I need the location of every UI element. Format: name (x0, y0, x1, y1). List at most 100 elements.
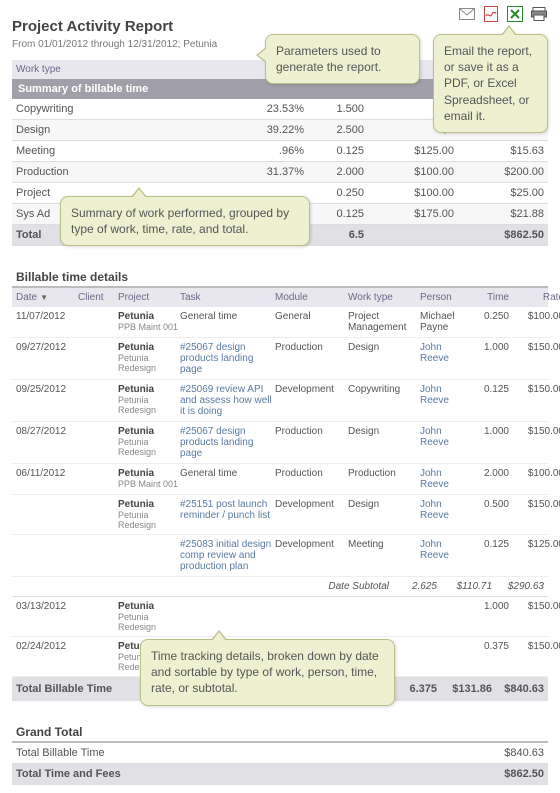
grand-total-row: Total Billable Time $840.63 (12, 743, 548, 764)
pdf-icon[interactable] (482, 6, 500, 22)
person-cell[interactable]: John Reeve (420, 384, 469, 406)
person-cell[interactable]: John Reeve (420, 468, 469, 490)
task-cell: General time (180, 468, 275, 479)
rate-cell: $125.00 (364, 145, 454, 157)
export-toolbar (458, 6, 548, 22)
work-type-cell: Design (348, 426, 420, 437)
summary-row: Meeting .96%0.125$125.00$15.63 (12, 141, 548, 162)
person-cell[interactable]: John Reeve (420, 426, 469, 448)
module-cell: General (275, 311, 348, 322)
date-cell: 09/25/2012 (16, 384, 78, 395)
module-cell: Development (275, 539, 348, 550)
total-cell: $15.63 (454, 145, 544, 157)
module-cell: Production (275, 468, 348, 479)
time-cell: 1.000 (469, 601, 509, 612)
detail-row: 06/11/2012 PetuniaPPB Maint 001General ti… (12, 464, 548, 495)
time-cell: 2.000 (469, 468, 509, 479)
pct-cell: .96% (204, 145, 304, 157)
task-cell[interactable]: #25069 review API and assess how well it… (180, 384, 275, 417)
module-cell: Production (275, 426, 348, 437)
col-work-type[interactable]: Work type (16, 64, 171, 75)
date-cell: 09/27/2012 (16, 342, 78, 353)
col-rate[interactable]: Rate (509, 292, 560, 303)
task-cell: General time (180, 311, 275, 322)
time-cell: 2.500 (304, 124, 364, 136)
date-subtotal: Date Subtotal 2.625 $110.71 $290.63 (12, 577, 548, 597)
grand-total-row: Total Time and Fees$862.50 (12, 764, 548, 785)
rate-cell: $150.00 (509, 641, 560, 652)
col-person[interactable]: Person (420, 292, 469, 303)
work-type-cell: Meeting (348, 539, 420, 550)
details-title: Billable time details (12, 264, 548, 288)
total-cell: $200.00 (454, 166, 544, 178)
callout-export: Email the report, or save it as a PDF, o… (433, 34, 548, 133)
pct-cell: 39.22% (204, 124, 304, 136)
rate-cell: $150.00 (509, 384, 560, 395)
grand-total-title: Grand Total (12, 719, 548, 743)
module-cell: Production (275, 342, 348, 353)
project-cell: PetuniaPetunia Redesign (118, 384, 180, 415)
callout-details: Time tracking details, broken down by da… (140, 639, 395, 706)
pct-cell: 31.37% (204, 166, 304, 178)
time-cell: 2.000 (304, 166, 364, 178)
module-cell: Development (275, 384, 348, 395)
time-cell: 1.000 (469, 426, 509, 437)
total-cell: $25.00 (454, 187, 544, 199)
person-cell[interactable]: John Reeve (420, 342, 469, 364)
person-cell[interactable]: John Reeve (420, 499, 469, 521)
work-type-cell: Production (16, 166, 171, 178)
col-module[interactable]: Module (275, 292, 348, 303)
rate-cell: $150.00 (509, 499, 560, 510)
task-cell[interactable]: #25151 post launch reminder / punch list (180, 499, 275, 521)
project-cell: PetuniaPetunia Redesign (118, 499, 180, 530)
rate-cell: $100.00 (509, 311, 560, 322)
sort-desc-icon: ▼ (40, 293, 48, 302)
work-type-cell: Meeting (16, 145, 171, 157)
col-client[interactable]: Client (78, 292, 118, 303)
task-cell[interactable]: #25083 initial design comp review and pr… (180, 539, 275, 572)
col-date[interactable]: Date▼ (16, 292, 78, 303)
task-cell[interactable]: #25067 design products landing page (180, 426, 275, 459)
pct-cell: 23.53% (204, 103, 304, 115)
print-icon[interactable] (530, 6, 548, 22)
excel-icon[interactable] (506, 6, 524, 22)
rate-cell: $150.00 (509, 601, 560, 612)
work-type-cell: Design (348, 342, 420, 353)
rate-cell: $125.00 (509, 539, 560, 550)
col-project[interactable]: Project (118, 292, 180, 303)
project-cell: PetuniaPetunia Redesign (118, 426, 180, 457)
email-icon[interactable] (458, 6, 476, 22)
rate-cell: $100.00 (364, 187, 454, 199)
grand-value: $862.50 (504, 768, 544, 780)
project-cell: PetuniaPPB Maint 001 (118, 468, 180, 489)
time-cell: 0.250 (469, 311, 509, 322)
work-type-cell: Copywriting (16, 103, 171, 115)
detail-row: 11/07/2012PetuniaPPB Maint 001General ti… (12, 307, 548, 338)
rate-cell: $100.00 (364, 166, 454, 178)
rate-cell: $100.00 (509, 468, 560, 479)
grand-label: Total Billable Time (16, 747, 105, 759)
date-cell: 03/13/2012 (16, 601, 78, 612)
time-cell: 0.125 (304, 145, 364, 157)
time-cell: 0.125 (469, 539, 509, 550)
project-cell: PetuniaPPB Maint 001 (118, 311, 180, 332)
time-cell: 0.375 (469, 641, 509, 652)
col-task[interactable]: Task (180, 292, 275, 303)
detail-row: PetuniaPetunia Redesign#25151 post launc… (12, 495, 548, 535)
work-type-cell: Design (16, 124, 171, 136)
date-cell: 02/24/2012 (16, 641, 78, 652)
rate-cell: $175.00 (364, 208, 454, 220)
col-work-type[interactable]: Work type (348, 292, 420, 303)
detail-row: 08/27/2012PetuniaPetunia Redesign#25067 … (12, 422, 548, 464)
work-type-cell: Production (348, 468, 420, 479)
col-time[interactable]: Time (469, 292, 509, 303)
time-cell: 0.500 (469, 499, 509, 510)
grand-value: $840.63 (504, 747, 544, 759)
date-cell: 06/11/2012 (16, 468, 78, 479)
work-type-cell: Copywriting (348, 384, 420, 395)
person-cell[interactable]: John Reeve (420, 539, 469, 561)
detail-row: 03/13/2012PetuniaPetunia Redesign1.000$1… (12, 597, 548, 637)
detail-row: 09/25/2012 PetuniaPetunia Redesign#25069 … (12, 380, 548, 422)
task-cell[interactable]: #25067 design products landing page (180, 342, 275, 375)
module-cell: Development (275, 499, 348, 510)
